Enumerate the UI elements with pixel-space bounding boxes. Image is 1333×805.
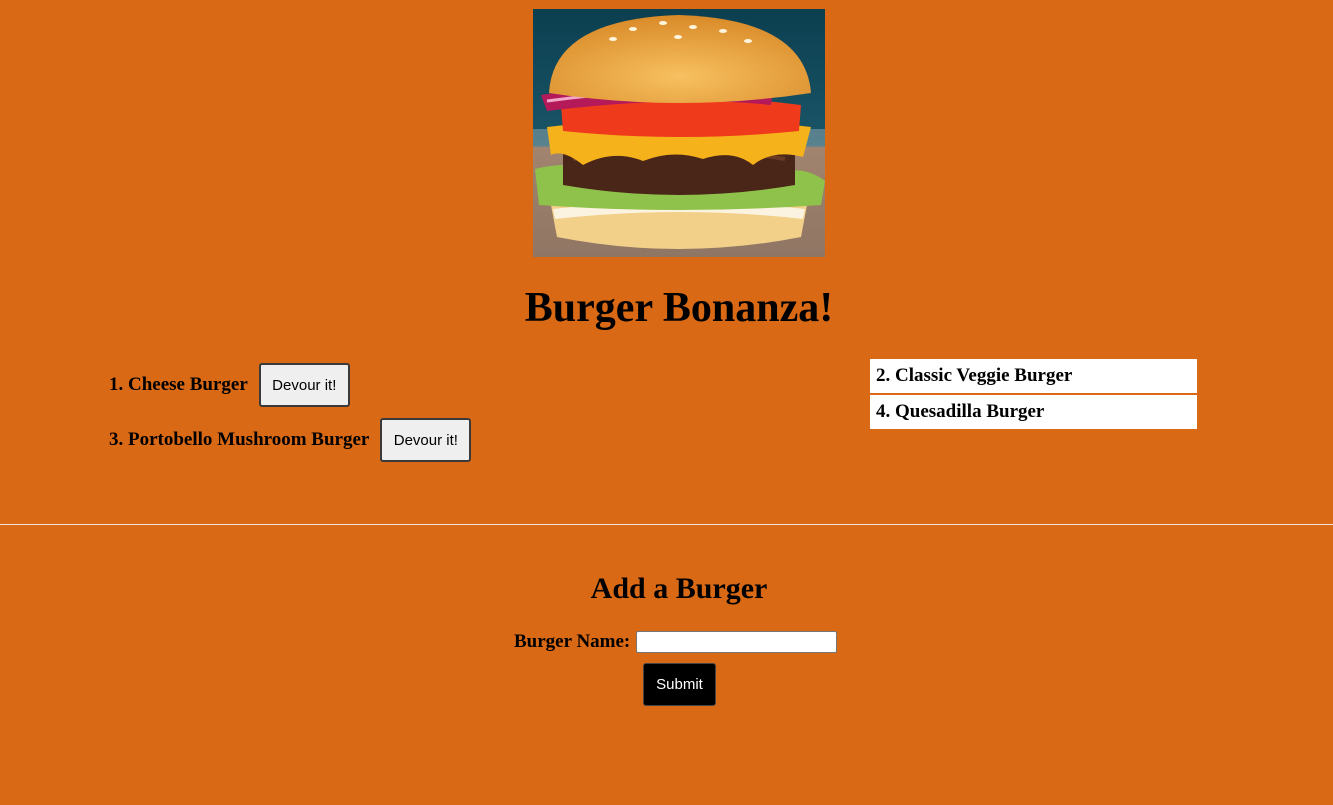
burger-image bbox=[533, 9, 825, 257]
burger-name: 1. Cheese Burger bbox=[109, 374, 248, 395]
submit-button[interactable]: Submit bbox=[643, 663, 716, 706]
page-title: Burger Bonanza! bbox=[524, 285, 834, 331]
burger-name-input[interactable] bbox=[636, 631, 838, 653]
burger-name-row: Burger Name: bbox=[514, 631, 838, 653]
burger-name: 3. Portobello Mushroom Burger bbox=[109, 429, 370, 450]
burger-photo-icon bbox=[533, 9, 825, 257]
section-divider bbox=[0, 524, 1333, 525]
burger-name-label: Burger Name: bbox=[514, 631, 631, 652]
devour-button[interactable]: Devour it! bbox=[380, 418, 472, 462]
devour-button[interactable]: Devour it! bbox=[258, 363, 350, 407]
uneaten-burger-list: 1. Cheese Burger Devour it! 3. Portobell… bbox=[109, 363, 472, 473]
devoured-burger-list: 2. Classic Veggie Burger 4. Quesadilla B… bbox=[870, 359, 1197, 431]
list-item: 1. Cheese Burger Devour it! bbox=[109, 363, 471, 407]
devoured-burger-item: 2. Classic Veggie Burger bbox=[870, 359, 1197, 393]
list-item: 3. Portobello Mushroom Burger Devour it! bbox=[109, 418, 472, 462]
devoured-burger-item: 4. Quesadilla Burger bbox=[870, 395, 1197, 429]
add-burger-heading: Add a Burger bbox=[590, 572, 768, 605]
